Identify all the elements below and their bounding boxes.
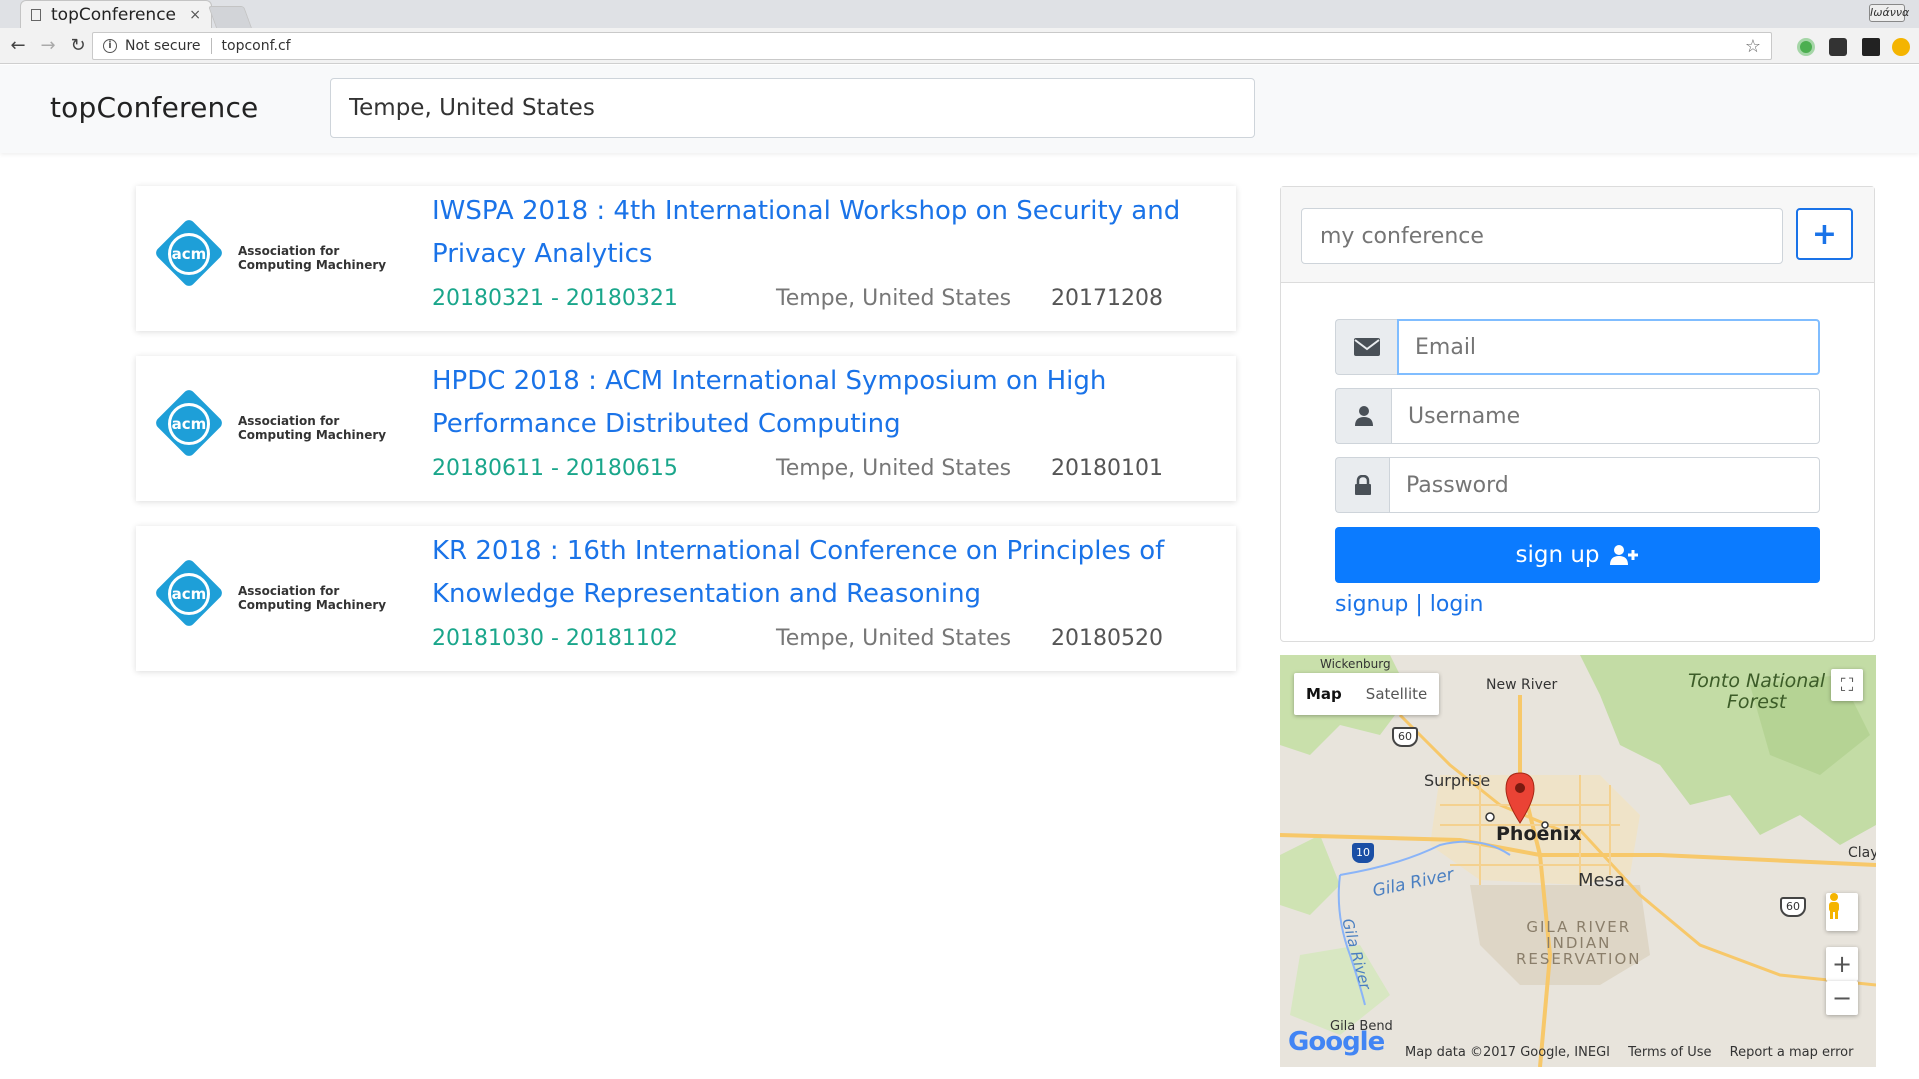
map-label-phoenix: Phoenix [1496,823,1582,845]
conference-dates: 20181030 - 20181102 [432,626,678,651]
conference-title-link[interactable]: IWSPA 2018 : 4th International Workshop … [432,190,1222,276]
security-label: Not secure [125,38,201,54]
zoom-out-button[interactable]: − [1826,981,1858,1015]
envelope-icon [1335,319,1397,375]
close-icon[interactable]: × [189,7,201,23]
map-type-control: Map Satellite [1294,673,1440,715]
acm-logo-text: Association for Computing Machinery [238,584,387,612]
app-navbar: topConference [0,65,1919,153]
back-arrow-icon[interactable]: ← [6,34,30,58]
acm-mark: acm [168,403,210,445]
browser-tab[interactable]: topConference × [20,0,212,28]
url-separator [210,38,212,54]
conference-location: Tempe, United States [776,626,1012,651]
url-text: topconf.cf [221,38,291,54]
highway-60-shield-east: 60 [1780,897,1806,917]
pegman-icon[interactable] [1826,893,1858,931]
browser-toolbar: ← → ↻ i Not secure topconf.cf ☆ [0,28,1919,64]
acm-logo-text: Association for Computing Machinery [238,244,387,272]
google-logo: Google [1288,1027,1385,1057]
password-group [1335,457,1820,513]
email-field[interactable] [1397,319,1820,375]
username-group [1335,388,1820,444]
map-label-wickenburg: Wickenburg [1320,657,1391,671]
sign-up-label: sign up [1515,542,1600,568]
map-type-map[interactable]: Map [1294,673,1354,715]
location-search-input[interactable] [330,78,1255,138]
fullscreen-icon[interactable]: ⛶ [1831,669,1863,701]
map-label-new-river: New River [1486,677,1558,693]
conference-card[interactable]: acm Association for Computing Machinery … [136,356,1236,501]
panel-header: + [1281,187,1874,283]
profile-badge[interactable]: Ιωάννα [1869,4,1909,22]
map-type-satellite[interactable]: Satellite [1354,673,1439,715]
conference-title-link[interactable]: HPDC 2018 : ACM International Symposium … [432,360,1222,446]
google-map[interactable]: Map Satellite ⛶ + − Wickenburg New River… [1280,655,1876,1067]
new-tab-button[interactable] [207,6,253,28]
conference-deadline: 20171208 [1051,286,1163,311]
conference-location: Tempe, United States [776,456,1012,481]
map-label-clay: Clay [1848,845,1876,861]
extension-alert-icon[interactable] [1892,38,1910,56]
terms-of-use-link[interactable]: Terms of Use [1628,1045,1711,1060]
map-label-tonto: Tonto National Forest [1688,670,1826,713]
map-label-surprise: Surprise [1424,771,1491,790]
reload-icon[interactable]: ↻ [66,34,90,58]
address-bar[interactable]: i Not secure topconf.cf ☆ [92,32,1772,60]
acm-logo: acm Association for Computing Machinery [153,217,388,296]
my-conference-input[interactable] [1301,208,1783,264]
conference-location: Tempe, United States [776,286,1012,311]
add-conference-button[interactable]: + [1796,208,1853,260]
info-icon[interactable]: i [103,39,117,53]
bookmark-star-icon[interactable]: ☆ [1745,36,1761,57]
acm-mark: acm [168,233,210,275]
zoom-in-button[interactable]: + [1826,947,1858,981]
user-plus-icon [1609,545,1638,565]
map-data-attribution: Map data ©2017 Google, INEGI [1405,1045,1610,1060]
user-icon [1335,388,1391,444]
tab-title: topConference [51,4,177,25]
map-label-mesa: Mesa [1578,870,1626,891]
conference-deadline: 20180520 [1051,626,1163,651]
extension-green-icon[interactable] [1797,38,1815,56]
interstate-10-shield: 10 [1352,843,1374,863]
report-map-error-link[interactable]: Report a map error [1730,1045,1854,1060]
extension-puzzle-icon[interactable] [1862,38,1880,56]
acm-logo: acm Association for Computing Machinery [153,557,388,636]
conference-dates: 20180321 - 20180321 [432,286,678,311]
acm-logo: acm Association for Computing Machinery [153,387,388,466]
acm-mark: acm [168,573,210,615]
username-field[interactable] [1391,388,1820,444]
conference-deadline: 20180101 [1051,456,1163,481]
conference-title-link[interactable]: KR 2018 : 16th International Conference … [432,530,1222,616]
conference-card[interactable]: acm Association for Computing Machinery … [136,526,1236,671]
sign-up-button[interactable]: sign up [1335,527,1820,583]
acm-logo-text: Association for Computing Machinery [238,414,387,442]
password-field[interactable] [1389,457,1820,513]
map-footer: Map data ©2017 Google, INEGI Terms of Us… [1405,1045,1853,1060]
document-icon [31,8,41,21]
signup-panel: + sign up signup | login [1280,186,1875,642]
extension-shield-icon[interactable] [1829,38,1847,56]
forward-arrow-icon[interactable]: → [36,34,60,58]
map-label-reservation: GILA RIVER INDIAN RESERVATION [1516,918,1642,968]
brand-logo[interactable]: topConference [50,91,259,124]
highway-60-shield: 60 [1392,727,1418,747]
browser-tabbar: topConference × Ιωάννα [0,0,1919,28]
email-group [1335,319,1820,375]
conference-dates: 20180611 - 20180615 [432,456,678,481]
lock-icon [1335,457,1389,513]
conference-card[interactable]: acm Association for Computing Machinery … [136,186,1236,331]
signup-login-links[interactable]: signup | login [1335,592,1483,617]
